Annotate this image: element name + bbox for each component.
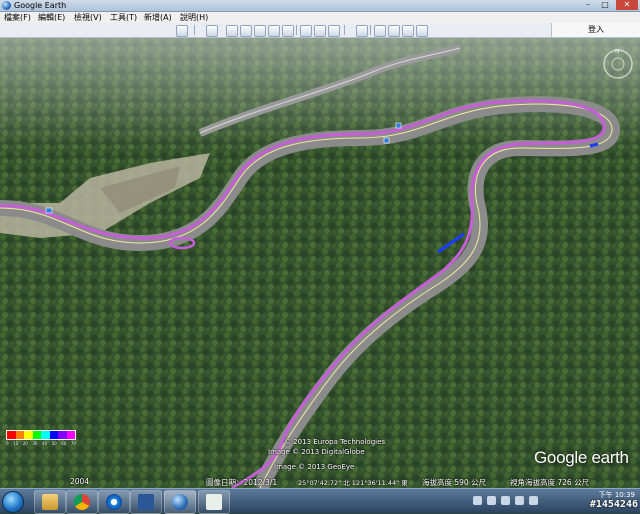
menu-edit[interactable]: 編輯(E)	[38, 12, 65, 23]
menu-bar: 檔案(F) 編輯(E) 檢視(V) 工具(T) 新增(A) 說明(H)	[0, 12, 640, 23]
legend-swatch	[41, 431, 50, 439]
toolbar-separator	[370, 25, 371, 35]
terrain-imagery: N	[0, 38, 640, 488]
window-title: Google Earth	[14, 1, 67, 10]
legend-tick: 10	[13, 441, 19, 446]
legend-tick: 60	[61, 441, 67, 446]
taskbar-ie[interactable]	[98, 490, 130, 514]
earth-view[interactable]: N © 2013 Europa Technologies Image © 201…	[0, 38, 640, 488]
legend-swatch	[58, 431, 67, 439]
legend-swatch	[32, 431, 41, 439]
copyright-europa: © 2013 Europa Technologies	[284, 438, 386, 446]
placemark-icon[interactable]	[226, 25, 238, 37]
maximize-button[interactable]: □	[597, 0, 613, 10]
taskbar-eye-app[interactable]	[198, 490, 230, 514]
legend-tick: 30	[32, 441, 38, 446]
menu-tools[interactable]: 工具(T)	[110, 12, 137, 23]
copyright-geoeye: Image © 2013 GeoEye	[274, 463, 355, 471]
save-image-icon[interactable]	[402, 25, 414, 37]
email-icon[interactable]	[374, 25, 386, 37]
system-tray: 下午 10:39 #1454246	[465, 489, 640, 513]
folder-icon	[42, 494, 58, 510]
chrome-icon	[74, 494, 90, 510]
close-button[interactable]: ✕	[616, 0, 638, 10]
toolbar: 登入	[0, 23, 640, 38]
ruler-icon[interactable]	[356, 25, 368, 37]
polygon-icon[interactable]	[240, 25, 252, 37]
eye-app-icon	[206, 494, 222, 510]
legend-tick: 50	[51, 441, 57, 446]
legend-swatch	[66, 431, 75, 439]
tray-icon[interactable]	[487, 496, 496, 505]
legend-tick: 40	[41, 441, 48, 446]
menu-help[interactable]: 說明(H)	[180, 12, 208, 23]
legend-color-bar	[6, 430, 76, 440]
eye-altitude: 視角海拔高度 726 公尺	[510, 478, 590, 487]
legend-swatch	[15, 431, 24, 439]
legend-swatch	[7, 431, 16, 439]
planets-icon[interactable]	[328, 25, 340, 37]
status-bar: 2004 圖像日期：2012/3/1 25°07'42.72" 北 121°36…	[0, 476, 640, 488]
clock-label: 下午	[598, 491, 613, 499]
title-bar: Google Earth – □ ✕	[0, 0, 640, 12]
coordinates: 25°07'42.72" 北 121°36'11.44" 東	[298, 479, 408, 487]
taskbar-word[interactable]	[130, 490, 162, 514]
imagery-date: 圖像日期：2012/3/1	[206, 478, 278, 487]
sidebar-toggle-icon[interactable]	[206, 25, 218, 37]
google-earth-icon	[172, 494, 188, 510]
record-tour-icon[interactable]	[282, 25, 294, 37]
start-button[interactable]	[2, 491, 24, 513]
path-icon[interactable]	[254, 25, 266, 37]
view-in-maps-icon[interactable]	[416, 25, 428, 37]
legend-tick: 20	[22, 441, 28, 446]
google-earth-app-icon	[2, 1, 11, 10]
speed-color-legend: 0 10 20 30 40 50 60 70	[6, 430, 76, 446]
sunlight-icon[interactable]	[314, 25, 326, 37]
menu-file[interactable]: 檔案(F)	[4, 12, 31, 23]
legend-tick: 70	[70, 441, 76, 446]
corner-value: 2004	[70, 477, 90, 486]
minimize-button[interactable]: –	[580, 0, 596, 10]
elevation: 海拔高度 590 公尺	[422, 478, 487, 487]
menu-add[interactable]: 新增(A)	[144, 12, 172, 23]
ticket-number: #1454246	[589, 499, 638, 510]
volume-icon[interactable]	[529, 496, 538, 505]
print-icon[interactable]	[388, 25, 400, 37]
network-icon[interactable]	[515, 496, 524, 505]
search-panel-icon[interactable]	[176, 25, 188, 37]
toolbar-separator	[344, 25, 345, 35]
internet-explorer-icon	[106, 494, 122, 510]
word-icon	[138, 494, 154, 510]
legend-ticks: 0 10 20 30 40 50 60 70	[6, 441, 76, 446]
legend-tick: 0	[6, 441, 9, 446]
login-button[interactable]: 登入	[551, 23, 640, 37]
copyright-digitalglobe: Image © 2013 DigitalGlobe	[268, 448, 365, 456]
historical-imagery-icon[interactable]	[300, 25, 312, 37]
taskbar-chrome[interactable]	[66, 490, 98, 514]
legend-swatch	[49, 431, 58, 439]
image-overlay-icon[interactable]	[268, 25, 280, 37]
toolbar-separator	[296, 25, 297, 35]
legend-swatch	[24, 431, 33, 439]
taskbar: 下午 10:39 #1454246	[0, 488, 640, 514]
clock-time: 10:39	[614, 491, 635, 499]
menu-view[interactable]: 檢視(V)	[74, 12, 102, 23]
taskbar-google-earth[interactable]	[164, 490, 196, 514]
tray-icon[interactable]	[473, 496, 482, 505]
svg-text:N: N	[615, 48, 620, 55]
tray-icon[interactable]	[501, 496, 510, 505]
taskbar-folder[interactable]	[34, 490, 66, 514]
google-earth-logo: Google earth	[534, 448, 629, 467]
toolbar-separator	[194, 25, 195, 35]
